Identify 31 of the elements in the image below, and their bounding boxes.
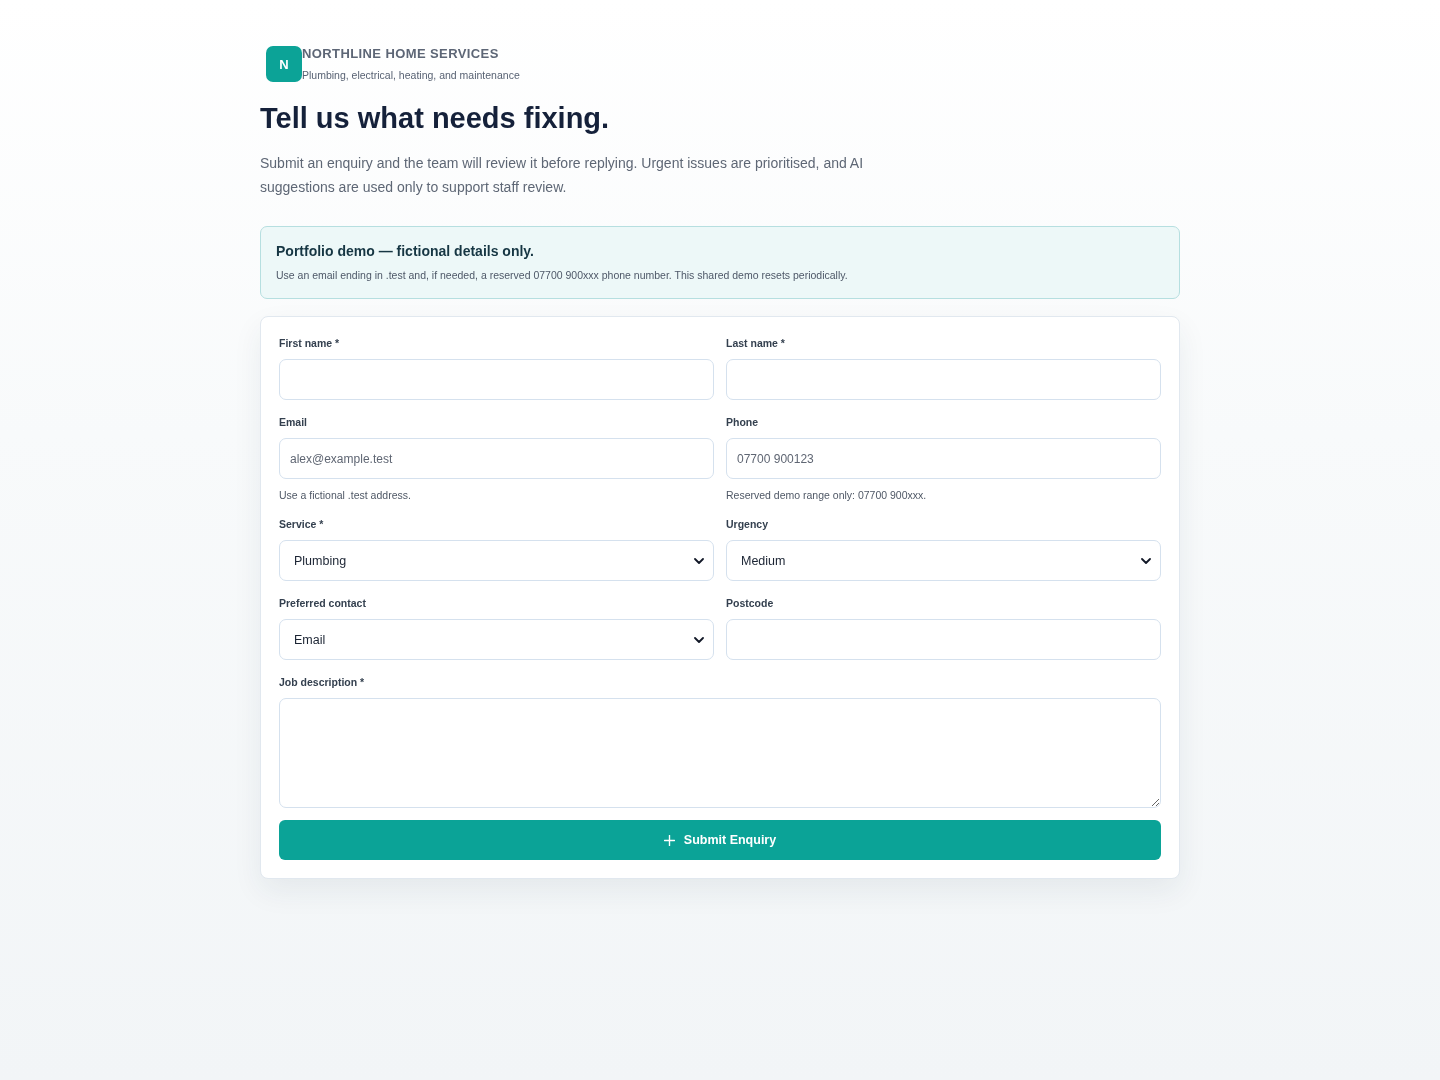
field-label: Phone (726, 415, 759, 429)
textarea-field[interactable] (279, 698, 1161, 808)
notice-title: Portfolio demo — fictional details only. (276, 242, 535, 260)
dropdown-field[interactable]: Medium (726, 540, 1161, 581)
text-field[interactable]: alex@example.test (279, 438, 714, 479)
field-label: Service * (279, 517, 324, 531)
page-heading: Tell us what needs fixing. (260, 101, 611, 136)
field-label: Urgency (726, 517, 768, 531)
dropdown-field[interactable]: Email (279, 619, 714, 660)
field-label: Preferred contact (279, 596, 366, 610)
text-field[interactable] (726, 619, 1161, 660)
logo-badge: N (266, 46, 302, 82)
field-label: Email (279, 415, 307, 429)
text-field[interactable] (279, 359, 714, 400)
brand-name: NORTHLINE HOME SERVICES (302, 46, 499, 62)
field-label: Last name * (726, 336, 785, 350)
notice-text: Use an email ending in .test and, if needed, a reserved 07700 900xxx phone number. This shared demo resets periodically. (276, 268, 849, 283)
field-label: Job description * (279, 675, 365, 689)
text-field[interactable] (726, 359, 1161, 400)
chevron-down-icon (1141, 557, 1151, 564)
chevron-down-icon (694, 557, 704, 564)
plus-icon (663, 834, 675, 846)
chevron-down-icon (694, 636, 704, 643)
brand-tagline: Plumbing, electrical, heating, and maintenance (302, 68, 520, 82)
text-field[interactable]: 07700 900123 (726, 438, 1161, 479)
field-label: First name * (279, 336, 340, 350)
field-label: Postcode (726, 596, 774, 610)
field-hint: Use a fictional .test address. (279, 488, 411, 502)
field-hint: Reserved demo range only: 07700 900xxx. (726, 488, 927, 502)
intro-text: Submit an enquiry and the team will review it before replying. Urgent issues are prioritised, and AI suggestions are used only to support staff review. (260, 154, 865, 197)
dropdown-field[interactable]: Plumbing (279, 540, 714, 581)
